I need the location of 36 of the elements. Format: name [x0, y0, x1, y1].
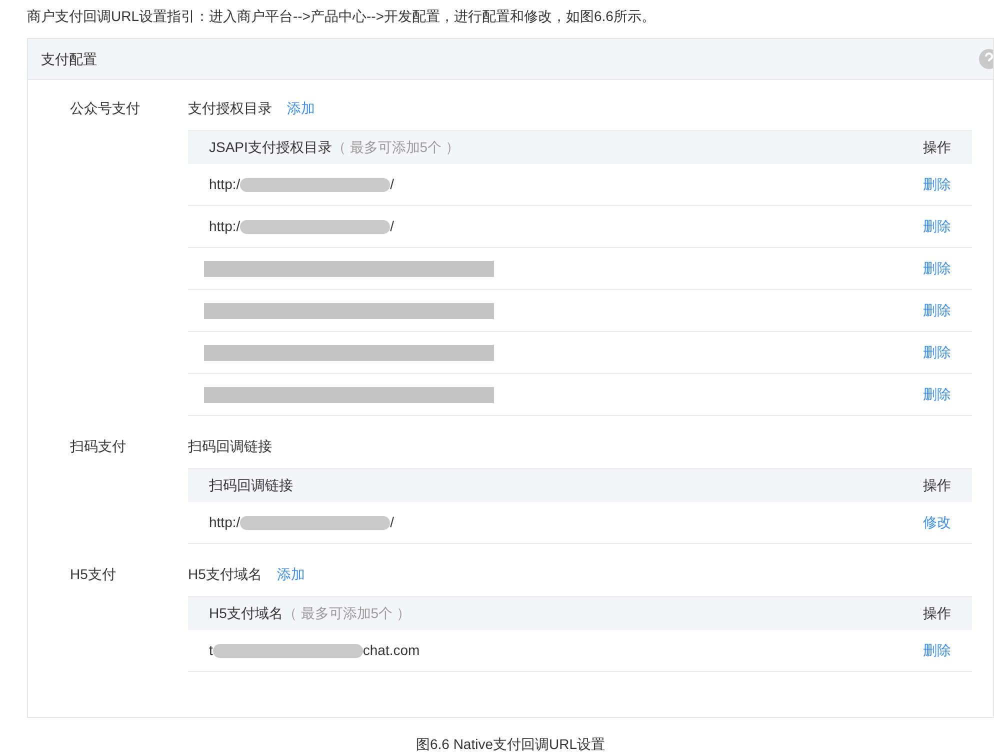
help-icon[interactable] [979, 49, 993, 69]
column-header: H5支付域名 [209, 604, 283, 623]
row-action-link[interactable]: 删除 [923, 640, 951, 661]
row-action-link[interactable]: 删除 [923, 216, 951, 237]
column-header: JSAPI支付授权目录 [209, 138, 332, 157]
url-text: http:/ [209, 175, 240, 194]
column-header: 扫码回调链接 [209, 476, 293, 495]
add-link[interactable]: 添加 [276, 564, 305, 584]
url-text: / [390, 175, 394, 194]
row-action-link[interactable]: 删除 [923, 384, 951, 405]
column-note: （ 最多可添加5个 ） [332, 138, 460, 157]
add-link[interactable]: 添加 [287, 98, 315, 118]
url-text: http:/ [209, 513, 240, 532]
column-header: 操作 [922, 604, 951, 623]
url-text: chat.com [362, 641, 420, 660]
url-text: / [390, 217, 394, 236]
row-action-link[interactable]: 删除 [923, 300, 951, 321]
section-title: 扫码回调链接 [188, 436, 272, 456]
row-action-link[interactable]: 删除 [923, 258, 951, 279]
figure-caption: 图6.6 Native支付回调URL设置 [414, 735, 606, 754]
url-text: http:/ [209, 217, 240, 236]
section-title: H5支付域名 [188, 564, 262, 584]
url-text: t [209, 641, 213, 660]
column-header: 操作 [922, 138, 951, 157]
row-action-link[interactable]: 修改 [923, 512, 951, 533]
section-label: H5支付 [69, 565, 117, 584]
row-action-link[interactable]: 删除 [923, 342, 951, 363]
column-note: （ 最多可添加5个 ） [282, 604, 410, 623]
column-header: 操作 [923, 476, 951, 495]
url-text: / [390, 513, 394, 532]
section-title: 支付授权目录 [188, 98, 272, 118]
section-label: 公众号支付 [69, 99, 141, 118]
section-label: 扫码支付 [69, 437, 127, 456]
intro-text: 商户支付回调URL设置指引：进入商户平台-->产品中心-->开发配置，进行配置和修改，如图6.6所示。 [27, 7, 656, 26]
panel-title: 支付配置 [41, 50, 97, 68]
row-action-link[interactable]: 删除 [923, 174, 951, 195]
